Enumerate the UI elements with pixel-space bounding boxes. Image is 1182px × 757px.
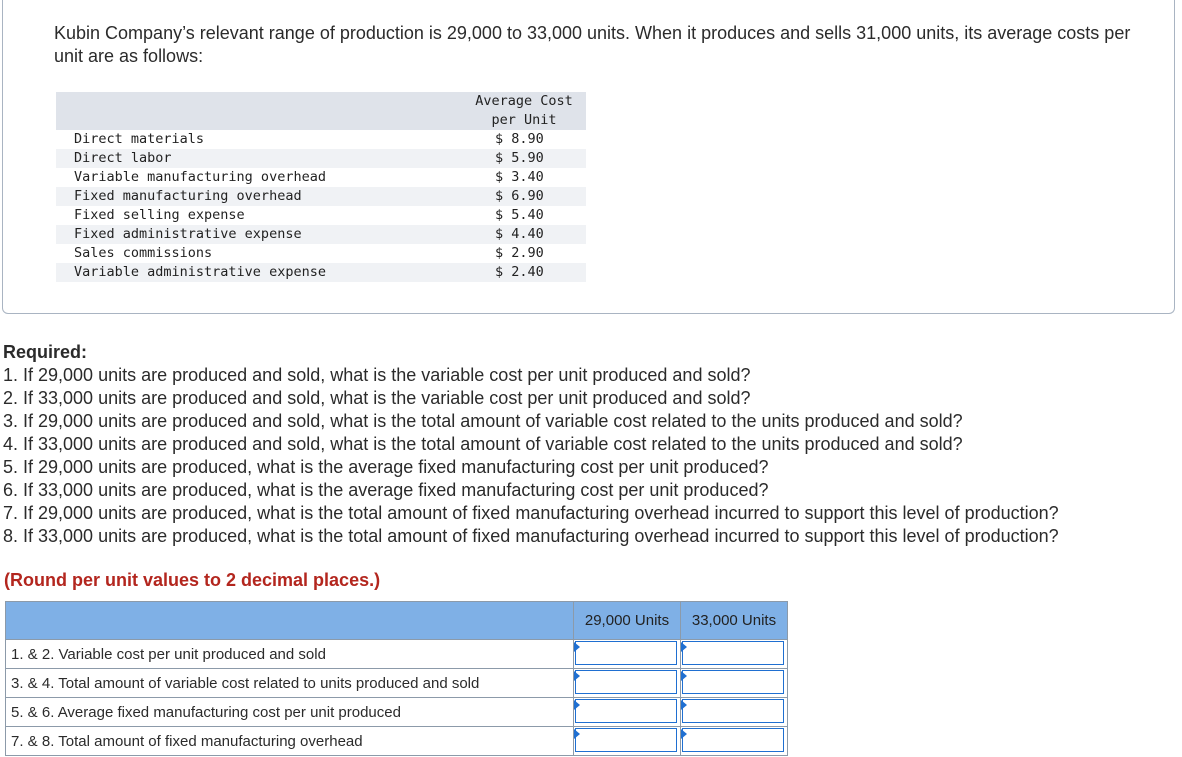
cost-label: Fixed selling expense bbox=[56, 206, 462, 225]
cost-value: $ 2.40 bbox=[495, 264, 544, 280]
input-marker-icon bbox=[681, 700, 687, 710]
cost-value: $ 2.90 bbox=[495, 245, 544, 261]
required-heading: Required: bbox=[3, 342, 88, 362]
cost-row: Variable manufacturing overhead $ 3.40 bbox=[56, 168, 586, 187]
answer-input-29000-row2[interactable] bbox=[575, 670, 677, 694]
answer-row: 7. & 8. Total amount of fixed manufactur… bbox=[5, 726, 788, 756]
cost-value: $ 4.40 bbox=[495, 226, 544, 242]
cost-value: $ 3.40 bbox=[495, 169, 544, 185]
cost-row: Fixed administrative expense $ 4.40 bbox=[56, 225, 586, 244]
cost-value: $ 5.40 bbox=[495, 207, 544, 223]
cost-value: $ 5.90 bbox=[495, 150, 544, 166]
input-marker-icon bbox=[574, 700, 580, 710]
cost-row: Sales commissions $ 2.90 bbox=[56, 244, 586, 263]
cost-header-line1: Average Cost bbox=[475, 93, 573, 109]
answer-row: 5. & 6. Average fixed manufacturing cost… bbox=[5, 697, 788, 727]
answer-input-29000-row3[interactable] bbox=[575, 699, 677, 723]
cost-label: Direct labor bbox=[56, 149, 462, 168]
required-section: Required: 1. If 29,000 units are produce… bbox=[3, 341, 1181, 548]
cost-label: Fixed administrative expense bbox=[56, 225, 462, 244]
cost-header-line2: per Unit bbox=[491, 112, 557, 128]
answer-row-label: 5. & 6. Average fixed manufacturing cost… bbox=[5, 697, 574, 727]
answer-header-blank bbox=[5, 601, 574, 640]
cost-row: Direct labor $ 5.90 bbox=[56, 149, 586, 168]
cost-row: Fixed manufacturing overhead $ 6.90 bbox=[56, 187, 586, 206]
answer-row-label: 7. & 8. Total amount of fixed manufactur… bbox=[5, 726, 574, 756]
cost-row: Fixed selling expense $ 5.40 bbox=[56, 206, 586, 225]
answer-row-label: 1. & 2. Variable cost per unit produced … bbox=[5, 639, 574, 669]
cost-value: $ 6.90 bbox=[495, 188, 544, 204]
rounding-instruction: (Round per unit values to 2 decimal plac… bbox=[4, 570, 381, 590]
answer-input-33000-row4[interactable] bbox=[682, 728, 784, 752]
input-marker-icon bbox=[574, 671, 580, 681]
cost-label: Variable administrative expense bbox=[56, 263, 462, 282]
cost-value: $ 8.90 bbox=[495, 131, 544, 147]
cost-row: Direct materials $ 8.90 bbox=[56, 130, 586, 149]
intro-text: Kubin Company’s relevant range of produc… bbox=[54, 23, 1131, 66]
input-marker-icon bbox=[681, 642, 687, 652]
answer-header-29000: 29,000 Units bbox=[573, 601, 681, 640]
required-item: 1. If 29,000 units are produced and sold… bbox=[3, 365, 751, 385]
cost-label: Direct materials bbox=[56, 130, 462, 149]
input-marker-icon bbox=[574, 642, 580, 652]
cost-label: Fixed manufacturing overhead bbox=[56, 187, 462, 206]
required-item: 2. If 33,000 units are produced and sold… bbox=[3, 388, 751, 408]
answer-row-label: 3. & 4. Total amount of variable cost re… bbox=[5, 668, 574, 698]
input-marker-icon bbox=[681, 671, 687, 681]
answer-input-33000-row3[interactable] bbox=[682, 699, 784, 723]
answer-table: 29,000 Units 33,000 Units 1. & 2. Variab… bbox=[5, 601, 788, 756]
answer-row: 3. & 4. Total amount of variable cost re… bbox=[5, 668, 788, 698]
input-marker-icon bbox=[574, 729, 580, 739]
answer-input-33000-row1[interactable] bbox=[682, 641, 784, 665]
cost-table-header: Average Cost per Unit bbox=[462, 92, 586, 130]
answer-header-33000: 33,000 Units bbox=[680, 601, 788, 640]
required-item: 6. If 33,000 units are produced, what is… bbox=[3, 480, 769, 500]
required-item: 4. If 33,000 units are produced and sold… bbox=[3, 434, 963, 454]
required-item: 8. If 33,000 units are produced, what is… bbox=[3, 526, 1059, 546]
answer-row: 1. & 2. Variable cost per unit produced … bbox=[5, 639, 788, 669]
answer-input-29000-row4[interactable] bbox=[575, 728, 677, 752]
cost-row: Variable administrative expense $ 2.40 bbox=[56, 263, 586, 282]
required-item: 5. If 29,000 units are produced, what is… bbox=[3, 457, 769, 477]
cost-table: Average Cost per Unit Direct materials $ … bbox=[56, 92, 586, 282]
cost-table-header-blank bbox=[56, 92, 462, 130]
required-item: 3. If 29,000 units are produced and sold… bbox=[3, 411, 963, 431]
required-item: 7. If 29,000 units are produced, what is… bbox=[3, 503, 1059, 523]
cost-label: Sales commissions bbox=[56, 244, 462, 263]
input-marker-icon bbox=[681, 729, 687, 739]
answer-input-33000-row2[interactable] bbox=[682, 670, 784, 694]
cost-label: Variable manufacturing overhead bbox=[56, 168, 462, 187]
answer-input-29000-row1[interactable] bbox=[575, 641, 677, 665]
